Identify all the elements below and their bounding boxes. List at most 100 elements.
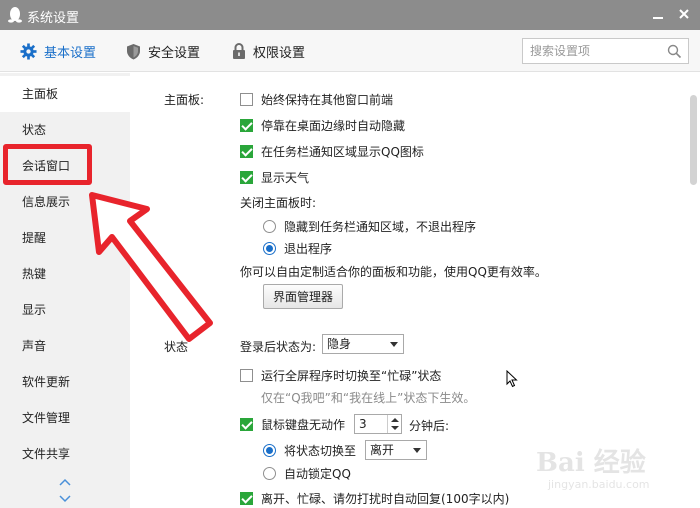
sidebar-item-status[interactable]: 状态 [0,112,130,148]
checkbox[interactable] [240,144,253,158]
sidebar-item-label: 显示 [22,303,47,317]
sidebar-item-sound[interactable]: 声音 [0,328,130,364]
scroll-down-icon[interactable] [58,493,72,503]
after-login-status-label: 登录后状态为: [240,340,317,354]
checkbox[interactable] [240,118,253,132]
option-label: 始终保持在其他窗口前端 [261,92,394,107]
option-label: 停靠在桌面边缘时自动隐藏 [261,118,406,133]
sidebar-item-reminders[interactable]: 提醒 [0,220,130,256]
option-label: 将状态切换至 [284,443,357,458]
option-label: 鼠标键盘无动作 [261,417,346,432]
chevron-down-icon [413,448,421,453]
chevron-down-icon[interactable] [391,426,399,430]
tab-label: 安全设置 [148,45,201,61]
radio-button[interactable] [263,466,276,480]
fullscreen-hint: 仅在“Q我吧”和“我在线上”状态下生效。 [261,391,476,405]
option-label: 运行全屏程序时切换至“忙碌”状态 [261,368,442,383]
search-icon[interactable] [667,44,682,59]
sidebar: 主面板 状态 会话窗口 信息展示 提醒 热键 显示 声音 软件更新 文件管理 文… [0,73,130,508]
stepper-arrows [387,415,401,433]
checkbox[interactable] [240,417,253,431]
chevron-up-icon[interactable] [391,418,399,422]
dropdown-value: 隐身 [327,337,352,351]
sidebar-item-label: 状态 [22,123,47,137]
login-status-dropdown[interactable]: 隐身 [322,334,404,354]
customize-hint: 你可以自由定制适合你的面板和功能，使用QQ更有效率。 [240,265,547,279]
shield-icon [127,43,140,59]
tab-security-settings[interactable]: 安全设置 [126,30,200,72]
title-bar: 系统设置 [0,0,700,30]
watermark-main: Bai 经验 [536,448,646,478]
radio-button[interactable] [263,219,276,233]
sidebar-item-label: 软件更新 [22,375,71,389]
option-show-tray-icon[interactable]: 在任务栏通知区域显示QQ图标 [240,142,424,160]
option-label: 离开、忙碌、请勿打扰时自动回复(100字以内) [261,491,510,506]
sidebar-item-chat-window[interactable]: 会话窗口 [0,148,130,184]
baidu-jingyan-watermark: Bai 经验 jingyan.baidu.com [532,430,697,500]
tab-basic-settings[interactable]: 基本设置 [20,30,96,72]
tabs-bar: 基本设置 安全设置 权限设置 [0,30,700,72]
sidebar-item-main-panel[interactable]: 主面板 [0,76,130,112]
sidebar-item-label: 会话窗口 [22,159,71,173]
checkbox[interactable] [240,368,253,382]
search-input[interactable] [523,39,663,63]
minimize-icon[interactable] [650,6,666,22]
option-show-weather[interactable]: 显示天气 [240,168,309,186]
status-section-label: 状态 [164,340,189,354]
tab-permission-settings[interactable]: 权限设置 [232,30,305,72]
minutes-suffix: 分钟后: [409,419,450,433]
option-auto-hide-edge[interactable]: 停靠在桌面边缘时自动隐藏 [240,116,405,134]
option-label: 在任务栏通知区域显示QQ图标 [261,144,424,159]
option-label: 退出程序 [284,241,333,256]
sidebar-item-info-display[interactable]: 信息展示 [0,184,130,220]
option-idle-action[interactable]: 鼠标键盘无动作 [240,415,345,433]
checkbox[interactable] [240,491,253,505]
scroll-up-icon[interactable] [58,478,72,488]
vertical-scrollbar[interactable] [690,95,697,185]
option-label: 隐藏到任务栏通知区域，不退出程序 [284,219,477,234]
window-title: 系统设置 [27,11,80,26]
close-icon[interactable] [676,6,692,22]
close-behavior-label: 关闭主面板时: [240,196,317,210]
interface-manager-button[interactable]: 界面管理器 [263,284,344,309]
main-panel-section-label: 主面板: [164,93,205,107]
tab-label: 权限设置 [253,45,306,61]
option-always-on-top[interactable]: 始终保持在其他窗口前端 [240,90,393,108]
sidebar-item-label: 文件共享 [22,447,71,461]
watermark-sub: jingyan.baidu.com [548,478,650,491]
radio-button[interactable] [263,443,276,457]
option-auto-reply[interactable]: 离开、忙碌、请勿打扰时自动回复(100字以内) [240,489,509,507]
idle-minutes-stepper[interactable]: 3 [354,414,402,434]
chevron-down-icon [390,342,398,347]
radio-switch-status[interactable]: 将状态切换至 [263,441,356,459]
sidebar-item-software-update[interactable]: 软件更新 [0,364,130,400]
tab-label: 基本设置 [44,45,97,61]
qq-penguin-icon [8,7,22,23]
sidebar-item-label: 声音 [22,339,47,353]
dropdown-value: 离开 [370,443,395,457]
radio-hide-to-tray[interactable]: 隐藏到任务栏通知区域，不退出程序 [263,217,476,235]
sidebar-item-label: 信息展示 [22,195,71,209]
search-box [522,38,689,64]
radio-button[interactable] [263,241,276,255]
idle-status-dropdown[interactable]: 离开 [365,440,427,460]
option-fullscreen-busy[interactable]: 运行全屏程序时切换至“忙碌”状态 [240,366,441,384]
checkbox[interactable] [240,170,253,184]
stepper-value: 3 [359,417,367,431]
sidebar-item-file-sharing[interactable]: 文件共享 [0,436,130,472]
sidebar-item-file-management[interactable]: 文件管理 [0,400,130,436]
option-label: 自动锁定QQ [284,466,351,481]
sidebar-item-label: 文件管理 [22,411,71,425]
sidebar-item-label: 主面板 [22,87,59,101]
sidebar-item-label: 热键 [22,267,47,281]
mouse-cursor-icon [506,370,518,388]
gear-icon [20,42,37,60]
checkbox[interactable] [240,92,253,106]
radio-exit-program[interactable]: 退出程序 [263,239,332,257]
sidebar-item-label: 提醒 [22,231,47,245]
sidebar-item-display[interactable]: 显示 [0,292,130,328]
option-label: 显示天气 [261,170,310,185]
sidebar-item-hotkeys[interactable]: 热键 [0,256,130,292]
lock-icon [233,42,245,59]
radio-auto-lock[interactable]: 自动锁定QQ [263,464,351,482]
